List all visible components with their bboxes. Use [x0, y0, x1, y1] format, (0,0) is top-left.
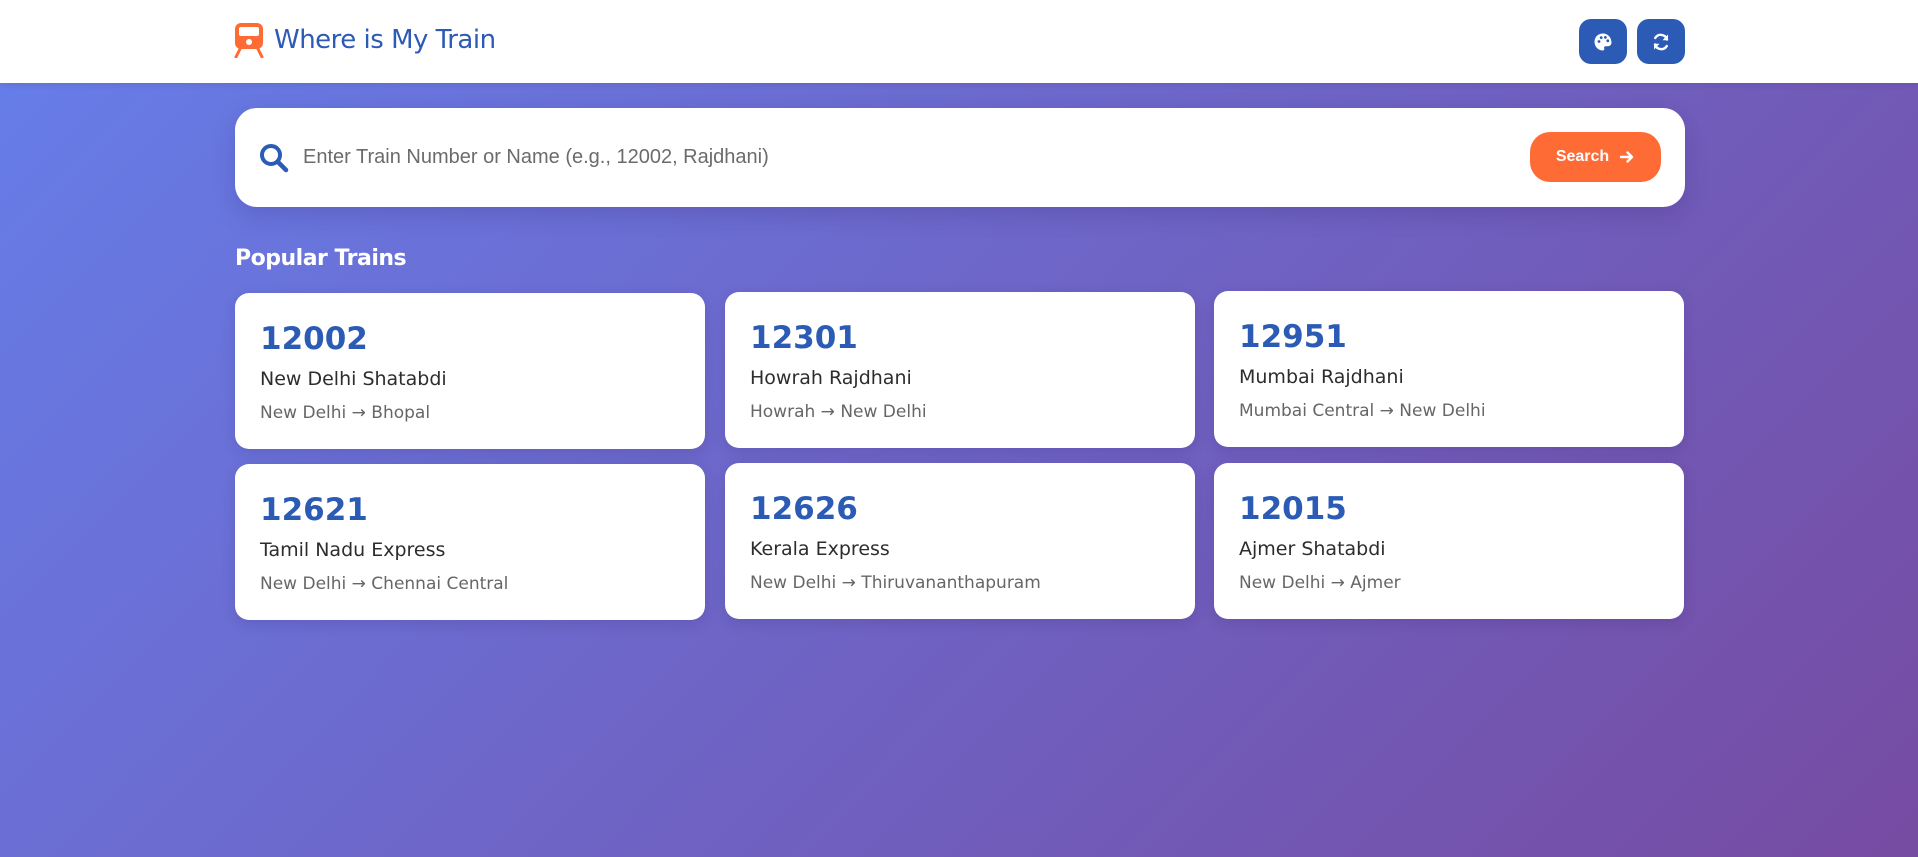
train-icon: [234, 23, 264, 58]
train-name: Ajmer Shatabdi: [1239, 538, 1386, 560]
search-button[interactable]: Search: [1530, 132, 1661, 182]
train-name: Howrah Rajdhani: [750, 367, 912, 389]
train-route: New Delhi → Chennai Central: [260, 574, 509, 594]
theme-button[interactable]: [1579, 19, 1627, 64]
app-header: Where is My Train: [0, 0, 1918, 83]
train-card[interactable]: 12951 Mumbai Rajdhani Mumbai Central → N…: [1214, 291, 1684, 447]
train-name: New Delhi Shatabdi: [260, 368, 447, 390]
train-route: Mumbai Central → New Delhi: [1239, 401, 1486, 421]
search-icon: [260, 144, 289, 173]
train-number: 12951: [1239, 319, 1347, 355]
palette-icon: [1594, 33, 1612, 50]
train-route: New Delhi → Bhopal: [260, 403, 431, 423]
train-number: 12301: [750, 320, 858, 356]
train-name: Mumbai Rajdhani: [1239, 366, 1404, 388]
train-number: 12002: [260, 321, 368, 357]
train-card[interactable]: 12626 Kerala Express New Delhi → Thiruva…: [725, 463, 1195, 619]
refresh-button[interactable]: [1637, 19, 1685, 64]
brand[interactable]: Where is My Train: [234, 22, 496, 58]
arrow-right-icon: [1619, 151, 1634, 163]
refresh-icon: [1653, 33, 1669, 50]
train-number: 12626: [750, 491, 858, 527]
search-input[interactable]: [303, 132, 1403, 182]
search-button-label: Search: [1555, 148, 1610, 165]
train-card[interactable]: 12015 Ajmer Shatabdi New Delhi → Ajmer: [1214, 463, 1684, 619]
app-title: Where is My Train: [274, 25, 496, 55]
train-number: 12621: [260, 492, 368, 528]
train-number: 12015: [1239, 491, 1347, 527]
train-card[interactable]: 12002 New Delhi Shatabdi New Delhi → Bho…: [235, 293, 705, 449]
train-name: Kerala Express: [750, 538, 890, 560]
train-card[interactable]: 12621 Tamil Nadu Express New Delhi → Che…: [235, 464, 705, 620]
train-name: Tamil Nadu Express: [260, 539, 446, 561]
train-card[interactable]: 12301 Howrah Rajdhani Howrah → New Delhi: [725, 292, 1195, 448]
train-route: New Delhi → Ajmer: [1239, 573, 1401, 593]
train-route: New Delhi → Thiruvananthapuram: [750, 573, 1041, 593]
train-route: Howrah → New Delhi: [750, 402, 927, 422]
search-bar: Search: [235, 108, 1685, 207]
popular-trains-heading: Popular Trains: [235, 246, 407, 271]
